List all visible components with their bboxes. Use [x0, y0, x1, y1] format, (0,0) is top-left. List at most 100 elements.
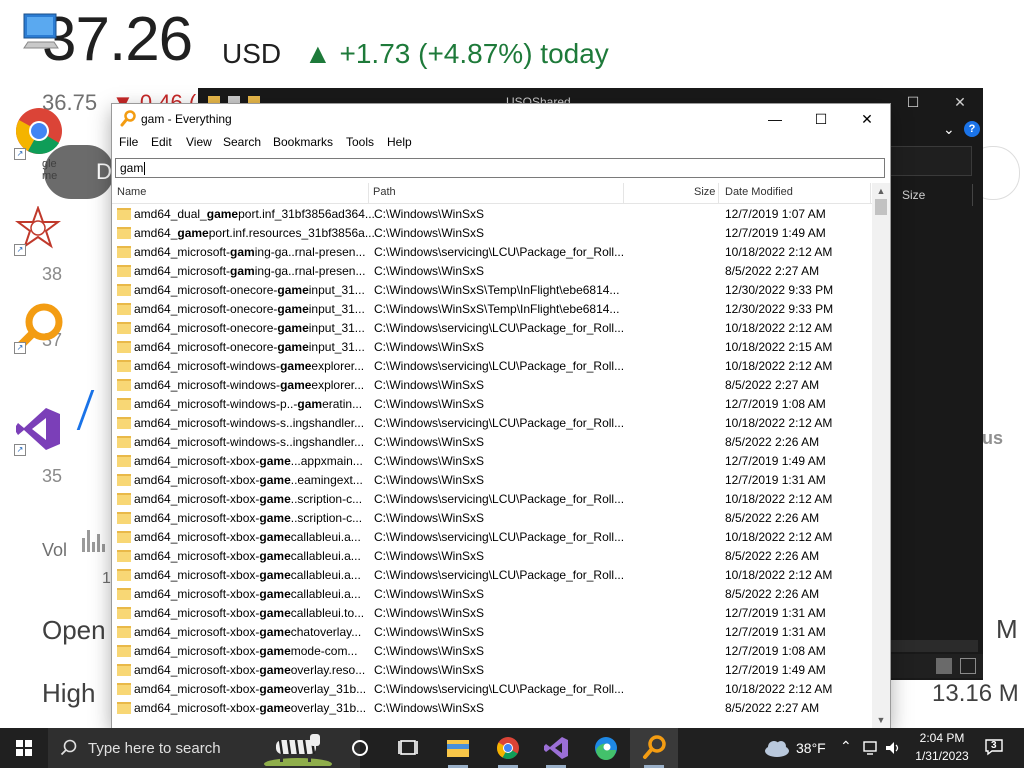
- result-row[interactable]: amd64_microsoft-xbox-gamecallableui.a...…: [112, 585, 872, 604]
- result-row[interactable]: amd64_microsoft-windows-p..-gameratin...…: [112, 395, 872, 414]
- chrome-taskbar-button[interactable]: [484, 728, 532, 768]
- show-hidden-icons-chevron-icon[interactable]: ⌃: [840, 738, 852, 755]
- axis-label-35: 35: [42, 466, 63, 486]
- result-date-modified: 8/5/2022 2:26 AM: [725, 435, 820, 449]
- column-size[interactable]: Size: [694, 186, 715, 198]
- menu-search[interactable]: Search: [223, 135, 261, 149]
- result-row[interactable]: amd64_microsoft-xbox-game..eamingext... C…: [112, 471, 872, 490]
- result-row[interactable]: amd64_gameport.inf.resources_31bf3856a..…: [112, 224, 872, 243]
- result-row[interactable]: amd64_dual_gameport.inf_31bf3856ad364...…: [112, 205, 872, 224]
- everything-icon[interactable]: ↗: [14, 302, 64, 354]
- magnifier-icon: [643, 735, 666, 759]
- result-row[interactable]: amd64_microsoft-xbox-game...appxmain... C…: [112, 452, 872, 471]
- column-path[interactable]: Path: [373, 186, 396, 198]
- ribbon-expand-icon[interactable]: ⌄: [943, 121, 955, 138]
- result-row[interactable]: amd64_microsoft-xbox-gameoverlay_31b... C…: [112, 680, 872, 699]
- result-row[interactable]: amd64_microsoft-xbox-gamecallableui.a...…: [112, 566, 872, 585]
- edge-taskbar-button[interactable]: [582, 728, 630, 768]
- column-divider[interactable]: [972, 184, 973, 206]
- result-date-modified: 8/5/2022 2:26 AM: [725, 587, 820, 601]
- menu-bookmarks[interactable]: Bookmarks: [273, 135, 333, 149]
- everything-titlebar[interactable]: gam - Everything — ☐ ✕: [112, 104, 890, 134]
- maximize-button[interactable]: ☐: [798, 104, 844, 134]
- menu-file[interactable]: File: [119, 135, 138, 149]
- start-button[interactable]: [0, 728, 48, 768]
- result-row[interactable]: amd64_microsoft-gaming-ga..rnal-presen..…: [112, 243, 872, 262]
- chrome-icon[interactable]: ↗: [14, 106, 64, 160]
- result-date-modified: 12/7/2019 1:07 AM: [725, 207, 826, 221]
- app-star-icon[interactable]: ↗: [14, 205, 62, 256]
- visual-studio-taskbar-button[interactable]: [532, 728, 580, 768]
- network-icon[interactable]: [862, 740, 880, 756]
- large-icons-view-icon[interactable]: [960, 658, 976, 674]
- column-divider[interactable]: [718, 183, 719, 203]
- result-row[interactable]: amd64_microsoft-xbox-gameoverlay_31b... C…: [112, 699, 872, 718]
- result-row[interactable]: amd64_microsoft-xbox-game..scription-c..…: [112, 490, 872, 509]
- result-row[interactable]: amd64_microsoft-xbox-gamechatoverlay... C…: [112, 623, 872, 642]
- volume-icon[interactable]: [884, 740, 902, 756]
- task-view-button[interactable]: [384, 728, 432, 768]
- result-path: C:\Windows\WinSxS: [374, 397, 485, 411]
- result-row[interactable]: amd64_microsoft-windows-gameexplorer... C…: [112, 357, 872, 376]
- weather-temperature[interactable]: 38°F: [796, 740, 826, 756]
- explorer-horizontal-scrollbar[interactable]: [890, 640, 978, 652]
- shortcut-arrow-icon: ↗: [14, 342, 26, 354]
- file-explorer-taskbar-button[interactable]: [434, 728, 482, 768]
- explorer-close-button[interactable]: ✕: [937, 88, 983, 116]
- column-divider[interactable]: [623, 183, 624, 203]
- explorer-search-box[interactable]: [890, 146, 972, 176]
- result-date-modified: 8/5/2022 2:26 AM: [725, 511, 820, 525]
- details-view-icon[interactable]: [936, 658, 952, 674]
- notification-center-button[interactable]: 3: [984, 738, 1004, 756]
- result-row[interactable]: amd64_microsoft-windows-s..ingshandler..…: [112, 414, 872, 433]
- scroll-up-icon[interactable]: ▲: [872, 183, 890, 199]
- column-name[interactable]: Name: [117, 186, 146, 198]
- result-row[interactable]: amd64_microsoft-windows-gameexplorer... C…: [112, 376, 872, 395]
- visual-studio-icon[interactable]: ↗: [14, 406, 62, 456]
- result-date-modified: 12/30/2022 9:33 PM: [725, 302, 834, 316]
- result-row[interactable]: amd64_microsoft-xbox-game..scription-c..…: [112, 509, 872, 528]
- result-row[interactable]: amd64_microsoft-gaming-ga..rnal-presen..…: [112, 262, 872, 281]
- result-date-modified: 10/18/2022 2:12 AM: [725, 530, 833, 544]
- column-date-modified[interactable]: Date Modified: [725, 186, 793, 198]
- result-date-modified: 8/5/2022 2:26 AM: [725, 549, 820, 563]
- clock-date[interactable]: 1/31/2023: [904, 749, 980, 763]
- taskbar-search-box[interactable]: Type here to search: [48, 728, 360, 768]
- result-path: C:\Windows\WinSxS: [374, 378, 485, 392]
- explorer-maximize-button[interactable]: ☐: [890, 88, 936, 116]
- scroll-down-icon[interactable]: ▼: [872, 712, 890, 728]
- clock-time[interactable]: 2:04 PM: [918, 731, 966, 745]
- menu-help[interactable]: Help: [387, 135, 412, 149]
- menu-tools[interactable]: Tools: [346, 135, 374, 149]
- result-name: amd64_microsoft-onecore-gameinput_31...: [134, 321, 365, 335]
- result-date-modified: 10/18/2022 2:12 AM: [725, 359, 833, 373]
- menu-view[interactable]: View: [186, 135, 212, 149]
- cortana-button[interactable]: [336, 728, 384, 768]
- result-row[interactable]: amd64_microsoft-xbox-gamecallableui.a...…: [112, 528, 872, 547]
- menu-edit[interactable]: Edit: [151, 135, 172, 149]
- result-row[interactable]: amd64_microsoft-xbox-gamemode-com... C:\W…: [112, 642, 872, 661]
- search-input[interactable]: gam: [115, 158, 885, 178]
- result-row[interactable]: amd64_microsoft-onecore-gameinput_31... C…: [112, 300, 872, 319]
- scroll-thumb[interactable]: [875, 199, 887, 215]
- minimize-button[interactable]: —: [752, 104, 798, 134]
- result-row[interactable]: amd64_microsoft-xbox-gamecallableui.to..…: [112, 604, 872, 623]
- close-button[interactable]: ✕: [844, 104, 890, 134]
- result-row[interactable]: amd64_microsoft-xbox-gameoverlay.reso...…: [112, 661, 872, 680]
- result-row[interactable]: amd64_microsoft-windows-s..ingshandler..…: [112, 433, 872, 452]
- folder-icon: [117, 303, 131, 315]
- result-name: amd64_microsoft-gaming-ga..rnal-presen..…: [134, 245, 366, 259]
- result-row[interactable]: amd64_microsoft-onecore-gameinput_31... C…: [112, 338, 872, 357]
- everything-taskbar-button[interactable]: [630, 728, 678, 768]
- column-divider[interactable]: [870, 183, 871, 203]
- everything-window[interactable]: gam - Everything — ☐ ✕ File Edit View Se…: [112, 104, 890, 728]
- result-row[interactable]: amd64_microsoft-onecore-gameinput_31... C…: [112, 281, 872, 300]
- column-divider[interactable]: [368, 183, 369, 203]
- explorer-column-size[interactable]: Size: [902, 188, 925, 202]
- result-row[interactable]: amd64_microsoft-xbox-gamecallableui.a...…: [112, 547, 872, 566]
- vertical-scrollbar[interactable]: ▲ ▼: [872, 183, 890, 728]
- result-row[interactable]: amd64_microsoft-onecore-gameinput_31... C…: [112, 319, 872, 338]
- this-pc-icon[interactable]: [18, 10, 62, 56]
- help-icon[interactable]: ?: [964, 121, 980, 137]
- weather-cloud-icon[interactable]: [762, 738, 792, 758]
